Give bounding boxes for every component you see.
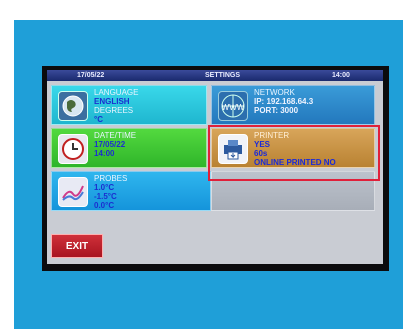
language-tile[interactable]: LANGUAGE ENGLISH DEGREES °C	[51, 85, 207, 125]
language-value: ENGLISH	[94, 97, 130, 106]
probes-tile[interactable]: PROBES 1.0°C -1.5°C 0.0°C	[51, 171, 211, 211]
status-title: SETTINGS	[205, 72, 241, 79]
status-date: 17/05/22	[77, 72, 105, 79]
clock-icon	[58, 134, 88, 164]
language-heading: LANGUAGE	[94, 88, 139, 97]
network-heading: NETWORK	[254, 88, 295, 97]
datetime-time: 14:00	[94, 149, 115, 158]
network-port: PORT: 3000	[254, 106, 299, 115]
status-bar: 17/05/22 SETTINGS 14:00	[47, 70, 383, 81]
datetime-heading: DATE/TIME	[94, 131, 137, 140]
probe-3-value: 0.0°C	[94, 201, 115, 210]
units-heading: DEGREES	[94, 106, 134, 115]
probe-2-value: -1.5°C	[94, 192, 117, 201]
chart-icon	[58, 177, 88, 207]
globe-icon	[58, 91, 88, 121]
network-tile[interactable]: WWW NETWORK IP: 192.168.64.3 PORT: 3000	[211, 85, 375, 125]
status-time: 14:00	[332, 72, 350, 79]
datetime-tile[interactable]: DATE/TIME 17/05/22 14:00	[51, 128, 207, 168]
svg-text:WWW: WWW	[222, 103, 245, 112]
printer-highlight-box	[208, 125, 380, 181]
units-value: °C	[94, 115, 103, 124]
probe-1-value: 1.0°C	[94, 183, 115, 192]
probes-heading: PROBES	[94, 174, 128, 183]
datetime-date: 17/05/22	[94, 140, 126, 149]
network-ip: IP: 192.168.64.3	[254, 97, 314, 106]
www-icon: WWW	[218, 91, 248, 121]
exit-button[interactable]: EXIT	[51, 234, 103, 258]
